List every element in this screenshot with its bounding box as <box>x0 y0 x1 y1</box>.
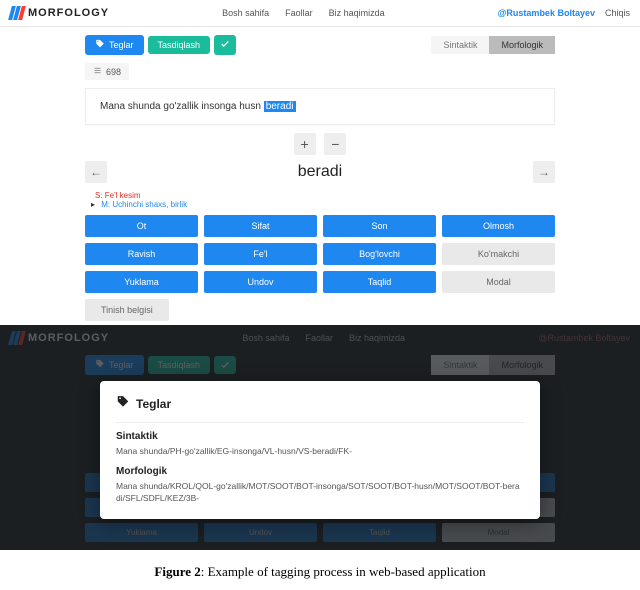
nav-link-about: Biz haqimizda <box>349 333 405 343</box>
focus-word-row: ← beradi → <box>85 161 555 183</box>
info-s-value: Fe'l kesim <box>105 191 141 200</box>
pos-undov[interactable]: Undov <box>204 271 317 293</box>
logout-link[interactable]: Chiqis <box>605 8 630 18</box>
figure-caption: Figure 2: Example of tagging process in … <box>0 550 640 590</box>
tags-modal: Teglar Sintaktik Mana shunda/PH-go'zalli… <box>100 381 540 519</box>
pos-modal[interactable]: Modal <box>442 271 555 293</box>
tag-info: S: Fe'l kesim ▸ M: Uchinchi shaxs, birli… <box>85 191 555 209</box>
nav-links: Bosh sahifa Faollar Biz haqimizda <box>222 8 385 18</box>
modal-sintaktik-text: Mana shunda/PH-go'zallik/EG-insonga/VL-h… <box>116 446 524 458</box>
logo-text: MORFOLOGY <box>28 332 109 344</box>
sentence-box[interactable]: Mana shunda go'zallik insonga husn berad… <box>85 88 555 125</box>
modal-title-text: Teglar <box>136 397 171 411</box>
prev-word-button[interactable]: ← <box>85 161 107 183</box>
nav-right: @Rustambek Boltayev Chiqis <box>498 8 630 18</box>
pos-olmosh[interactable]: Olmosh <box>442 215 555 237</box>
plus-button[interactable]: + <box>294 133 316 155</box>
check-icon <box>220 39 230 51</box>
tag-icon <box>95 39 105 51</box>
confirm-button[interactable]: Tasdiqlash <box>148 36 211 54</box>
pos-yuklama[interactable]: Yuklama <box>85 271 198 293</box>
figure-caption-text: : Example of tagging process in web-base… <box>201 564 486 579</box>
count-box: 698 <box>85 63 129 80</box>
pos-ravish[interactable]: Ravish <box>85 243 198 265</box>
modal-title: Teglar <box>116 395 524 412</box>
nav-link-home[interactable]: Bosh sahifa <box>222 8 269 18</box>
plus-minus-row: + − <box>85 133 555 155</box>
sentence-highlight: beradi <box>264 101 296 112</box>
confirm-button-label: Tasdiqlash <box>158 40 201 50</box>
modal-morfologik-text: Mana shunda/KROL/QOL-go'zallik/MOT/SOOT/… <box>116 481 524 505</box>
top-nav-dim: MORFOLOGY Bosh sahifa Faollar Biz haqimi… <box>0 325 640 351</box>
app-screen-modal: MORFOLOGY Bosh sahifa Faollar Biz haqimi… <box>0 325 640 550</box>
next-word-button[interactable]: → <box>533 161 555 183</box>
check-button-dim <box>214 356 236 374</box>
modal-sintaktik-heading: Sintaktik <box>116 431 524 442</box>
tags-button-label: Teglar <box>109 40 134 50</box>
sentence-prefix: Mana shunda go'zallik insonga husn <box>100 101 264 112</box>
pos-komakchi[interactable]: Ko'makchi <box>442 243 555 265</box>
info-m-label: M: <box>101 200 110 209</box>
pos-fel[interactable]: Fe'l <box>204 243 317 265</box>
nav-link-active: Faollar <box>305 333 333 343</box>
pos-boglovchi[interactable]: Bog'lovchi <box>323 243 436 265</box>
pos-ot[interactable]: Ot <box>85 215 198 237</box>
logo-icon <box>10 6 24 20</box>
toolbar-dim: Teglar Tasdiqlash Sintaktik Morfologik <box>85 355 555 375</box>
minus-button[interactable]: − <box>324 133 346 155</box>
tag-icon <box>116 395 130 412</box>
mode-tabs: Sintaktik Morfologik <box>431 36 555 54</box>
pos-sifat[interactable]: Sifat <box>204 215 317 237</box>
punctuation-button[interactable]: Tinish belgisi <box>85 299 169 321</box>
confirm-button-dim: Tasdiqlash <box>148 356 211 374</box>
tag-icon <box>95 359 105 371</box>
logo-icon <box>10 331 24 345</box>
tab-sintaktik-dim: Sintaktik <box>431 355 489 375</box>
count-row: 698 <box>85 63 555 80</box>
punctuation-row: Tinish belgisi <box>85 299 555 321</box>
top-nav: MORFOLOGY Bosh sahifa Faollar Biz haqimi… <box>0 0 640 27</box>
focus-word: beradi <box>298 163 342 181</box>
info-m-value: Uchinchi shaxs, birlik <box>112 200 187 209</box>
tags-button-dim: Teglar <box>85 355 144 375</box>
modal-morfologik-heading: Morfologik <box>116 466 524 477</box>
figure-caption-label: Figure 2 <box>154 564 200 579</box>
tags-button[interactable]: Teglar <box>85 35 144 55</box>
logo-text: MORFOLOGY <box>28 7 109 19</box>
nav-link-about[interactable]: Biz haqimizda <box>329 8 385 18</box>
figure-wrapper: MORFOLOGY Bosh sahifa Faollar Biz haqimi… <box>0 0 640 590</box>
tab-morfologik[interactable]: Morfologik <box>489 36 555 54</box>
pos-son[interactable]: Son <box>323 215 436 237</box>
logo[interactable]: MORFOLOGY <box>10 6 109 20</box>
check-button[interactable] <box>214 35 236 55</box>
info-s-label: S: <box>95 191 103 200</box>
user-link[interactable]: @Rustambek Boltayev <box>498 8 595 18</box>
user-link-dim: @Rustambek Boltayev <box>538 333 630 343</box>
nav-link-home: Bosh sahifa <box>242 333 289 343</box>
toolbar: Teglar Tasdiqlash Sintaktik Morfologik <box>85 27 555 63</box>
pos-tag-grid: Ot Sifat Son Olmosh Ravish Fe'l Bog'lovc… <box>85 215 555 293</box>
tab-morfologik-dim: Morfologik <box>489 355 555 375</box>
app-screen-main: MORFOLOGY Bosh sahifa Faollar Biz haqimi… <box>0 0 640 321</box>
pos-taqlid[interactable]: Taqlid <box>323 271 436 293</box>
nav-link-active[interactable]: Faollar <box>285 8 313 18</box>
tab-sintaktik[interactable]: Sintaktik <box>431 36 489 54</box>
count-value: 698 <box>106 67 121 77</box>
list-icon <box>93 66 102 77</box>
bullet-icon: ▸ <box>91 200 95 209</box>
